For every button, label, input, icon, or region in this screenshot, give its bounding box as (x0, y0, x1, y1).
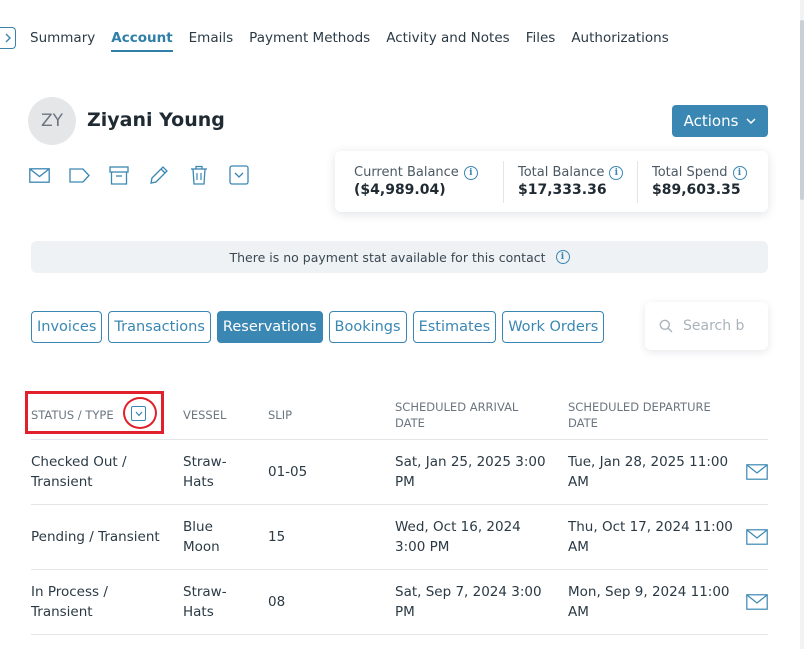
cell-slip: 15 (268, 529, 286, 545)
row-divider (31, 439, 768, 440)
more-dropdown-button[interactable] (228, 164, 250, 186)
header-departure-line2: DATE (568, 416, 598, 430)
filter-invoices[interactable]: Invoices (31, 311, 103, 343)
cell-vessel: Blue Moon (183, 519, 220, 555)
tab-account[interactable]: Account (111, 30, 173, 52)
current-balance: Current Balance i ($4,989.04) (335, 161, 503, 203)
header-vessel[interactable]: VESSEL (183, 407, 226, 423)
info-icon[interactable]: i (609, 165, 624, 180)
scrollbar-thumb[interactable] (800, 20, 804, 200)
cell-arrival: Sat, Sep 7, 2024 3:00 PM (395, 584, 542, 620)
cell-status-type: Pending / Transient (31, 529, 160, 545)
chevron-down-icon (746, 117, 756, 124)
tag-button[interactable] (68, 164, 90, 186)
row-divider (31, 634, 768, 635)
total-balance-label: Total Balance (518, 165, 605, 180)
edit-button[interactable] (148, 164, 170, 186)
record-type-filters: Invoices Transactions Reservations Booki… (31, 311, 605, 343)
cell-departure: Tue, Jan 28, 2025 11:00 AM (568, 454, 729, 490)
info-icon[interactable]: i (732, 165, 747, 180)
chevron-down-box-icon (229, 165, 249, 185)
header-slip[interactable]: SLIP (268, 407, 292, 423)
total-balance-value: $17,333.36 (518, 182, 607, 198)
tab-bar: Summary Account Emails Payment Methods A… (30, 30, 685, 52)
payment-stat-notice: There is no payment stat available for t… (31, 241, 768, 273)
info-icon[interactable]: i (463, 165, 478, 180)
filter-bookings[interactable]: Bookings (328, 311, 407, 343)
envelope-icon (28, 167, 50, 183)
cell-departure: Thu, Oct 17, 2024 11:00 AM (568, 519, 733, 555)
current-balance-value: ($4,989.04) (354, 182, 446, 198)
current-balance-label: Current Balance (354, 165, 459, 180)
header-departure-line1: SCHEDULED DEPARTURE (568, 400, 711, 414)
cell-arrival: Wed, Oct 16, 2024 3:00 PM (395, 519, 521, 555)
cell-arrival: Sat, Jan 25, 2025 3:00 PM (395, 454, 546, 490)
total-balance: Total Balance i $17,333.36 (503, 160, 637, 203)
search-input[interactable] (683, 318, 753, 334)
total-spend: Total Spend i $89,603.35 (637, 160, 767, 203)
actions-button[interactable]: Actions (672, 105, 768, 137)
tab-authorizations[interactable]: Authorizations (571, 30, 668, 52)
header-scheduled-departure[interactable]: SCHEDULED DEPARTURE DATE (568, 399, 711, 431)
balance-summary-card: Current Balance i ($4,989.04) Total Balan… (335, 151, 768, 212)
tab-activity-and-notes[interactable]: Activity and Notes (386, 30, 509, 52)
envelope-icon[interactable] (746, 529, 768, 545)
tab-summary[interactable]: Summary (30, 30, 95, 52)
search-icon (659, 319, 673, 333)
actions-button-label: Actions (683, 112, 739, 130)
filter-reservations[interactable]: Reservations (216, 311, 323, 343)
tag-icon (68, 167, 90, 183)
chevron-down-icon (135, 411, 142, 416)
cell-vessel: Straw- Hats (183, 584, 227, 620)
info-icon[interactable]: i (555, 250, 570, 264)
header-scheduled-arrival[interactable]: SCHEDULED ARRIVAL DATE (395, 399, 518, 431)
avatar: ZY (28, 97, 76, 145)
contact-toolbar (28, 164, 268, 186)
archive-button[interactable] (108, 164, 130, 186)
tab-emails[interactable]: Emails (189, 30, 234, 52)
archive-icon (109, 165, 129, 185)
pencil-icon (150, 166, 168, 184)
cell-vessel: Straw- Hats (183, 454, 227, 490)
tab-files[interactable]: Files (526, 30, 556, 52)
email-button[interactable] (28, 164, 50, 186)
filter-estimates[interactable]: Estimates (412, 311, 497, 343)
cell-status-type: Checked Out / Transient (31, 454, 127, 490)
header-arrival-line2: DATE (395, 416, 425, 430)
cell-departure: Mon, Sep 9, 2024 11:00 AM (568, 584, 730, 620)
filter-work-orders[interactable]: Work Orders (502, 311, 605, 343)
filter-transactions[interactable]: Transactions (108, 311, 211, 343)
total-spend-value: $89,603.35 (652, 182, 741, 198)
header-arrival-line1: SCHEDULED ARRIVAL (395, 400, 519, 414)
cell-status-type: In Process / Transient (31, 584, 108, 620)
search-box (645, 302, 768, 350)
expand-sidebar-button[interactable] (0, 27, 16, 49)
envelope-icon[interactable] (746, 464, 768, 480)
contact-name: Ziyani Young (87, 109, 225, 131)
envelope-icon[interactable] (746, 594, 768, 610)
tab-payment-methods[interactable]: Payment Methods (249, 30, 370, 52)
cell-slip: 08 (268, 594, 286, 610)
status-type-sort-button[interactable] (131, 406, 146, 421)
cell-slip: 01-05 (268, 464, 308, 480)
total-spend-label: Total Spend (652, 165, 728, 180)
notice-text: There is no payment stat available for t… (229, 249, 546, 265)
row-divider (31, 569, 768, 570)
chevron-right-icon (5, 33, 11, 43)
row-divider (31, 504, 768, 505)
trash-icon (191, 165, 207, 185)
delete-button[interactable] (188, 164, 210, 186)
